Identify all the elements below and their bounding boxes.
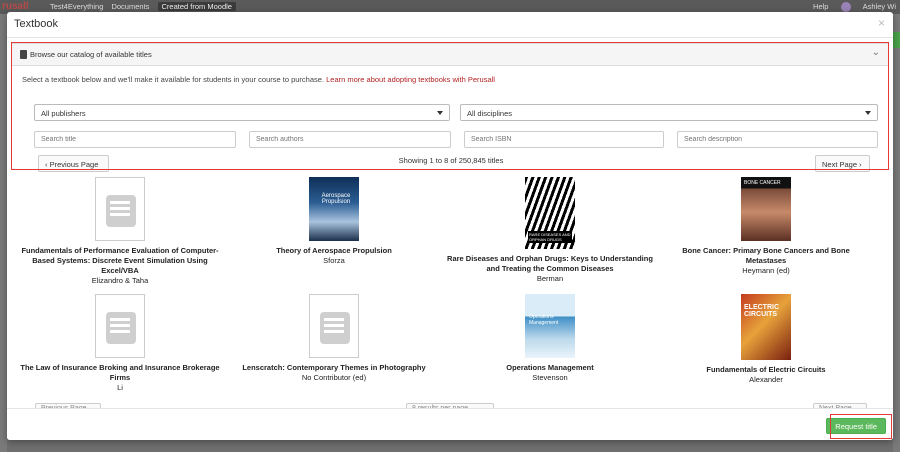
book-cover: Aerospace Propulsion (309, 177, 359, 241)
book-cover: ELECTRIC CIRCUITS (741, 294, 791, 360)
highlight-box-request (830, 414, 892, 439)
user-name[interactable]: Ashley Wi (863, 2, 896, 11)
book-card[interactable]: The Law of Insurance Broking and Insuran… (15, 294, 225, 393)
book-cover: Operations Management (525, 294, 575, 358)
book-cover: RARE DISEASES AND ORPHAN DRUGS (525, 177, 575, 249)
book-card[interactable]: ELECTRIC CIRCUITS Fundamentals of Electr… (661, 294, 871, 385)
highlight-box-catalog (11, 42, 889, 170)
breadcrumb: Test4Everything Documents Created from M… (50, 2, 242, 11)
book-card[interactable]: Operations Management Operations Managem… (445, 294, 655, 383)
book-author: Elizandro & Taha (91, 276, 149, 285)
book-card[interactable]: RARE DISEASES AND ORPHAN DRUGS Rare Dise… (445, 177, 655, 284)
book-title: Operations Management (506, 363, 594, 372)
background-green-button (893, 32, 900, 48)
book-author: Li (117, 383, 123, 392)
modal-header: Textbook × (7, 12, 893, 38)
breadcrumb-item[interactable]: Test4Everything (50, 2, 103, 11)
book-card[interactable]: Aerospace Propulsion Theory of Aerospace… (229, 177, 439, 266)
book-author: Berman (536, 274, 564, 283)
modal-footer: Request title (7, 408, 893, 440)
book-title: The Law of Insurance Broking and Insuran… (20, 363, 220, 382)
book-title: Fundamentals of Performance Evaluation o… (21, 246, 219, 275)
book-title: Rare Diseases and Orphan Drugs: Keys to … (447, 254, 653, 273)
book-title: Lenscratch: Contemporary Themes in Photo… (242, 363, 426, 372)
source-badge: Created from Moodle (157, 2, 236, 11)
book-author: Heymann (ed) (742, 266, 790, 275)
book-cover-placeholder-icon (95, 294, 145, 358)
modal-title: Textbook (14, 18, 59, 30)
book-author: Stevenson (532, 373, 568, 382)
book-cover: BONE CANCER (741, 177, 791, 241)
book-author: Alexander (749, 375, 783, 384)
background-right-edge (893, 14, 900, 452)
book-card[interactable]: Fundamentals of Performance Evaluation o… (15, 177, 225, 286)
book-author: No Contributor (ed) (301, 373, 367, 382)
book-title: Theory of Aerospace Propulsion (276, 246, 392, 255)
book-card[interactable]: BONE CANCER Bone Cancer: Primary Bone Ca… (661, 177, 871, 276)
book-cover-placeholder-icon (95, 177, 145, 241)
avatar[interactable] (840, 2, 851, 13)
book-cover-placeholder-icon (309, 294, 359, 358)
book-title: Bone Cancer: Primary Bone Cancers and Bo… (682, 246, 850, 265)
background-sidebar (0, 14, 7, 452)
top-right-controls: Help Ashley Wi (803, 2, 896, 13)
book-author: Sforza (323, 256, 345, 265)
help-link[interactable]: Help (813, 2, 828, 11)
breadcrumb-item[interactable]: Documents (111, 2, 149, 11)
book-card[interactable]: Lenscratch: Contemporary Themes in Photo… (229, 294, 439, 383)
app-brand: rusall (2, 1, 29, 12)
book-title: Fundamentals of Electric Circuits (706, 365, 826, 374)
close-icon[interactable]: × (878, 16, 885, 30)
